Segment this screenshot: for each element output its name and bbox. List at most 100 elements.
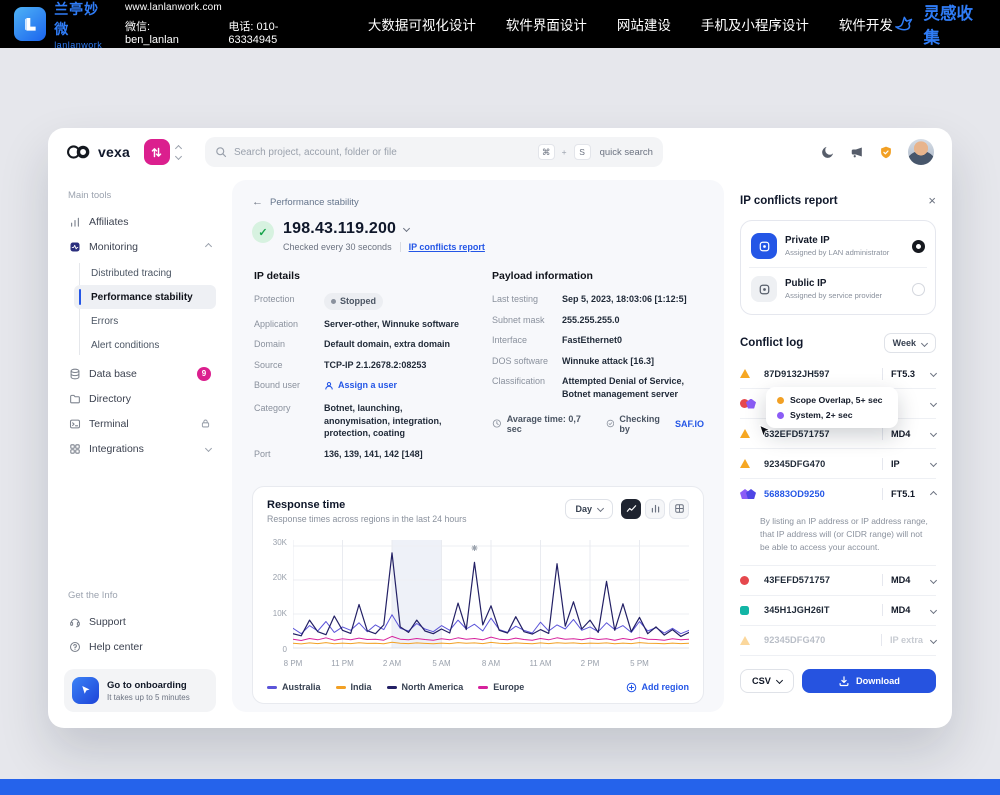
tooltip-row: System, 2+ sec bbox=[777, 410, 887, 420]
close-icon[interactable]: × bbox=[928, 194, 936, 207]
line-chart-icon bbox=[626, 503, 637, 514]
legend-item-india: India bbox=[336, 682, 372, 692]
sidebar-item-help-center[interactable]: Help center bbox=[64, 634, 216, 659]
sidebar-section-main-tools: Main tools bbox=[68, 190, 212, 201]
shield-icon bbox=[879, 145, 893, 160]
sidebar: Main tools Affiliates Monitoring Distrib… bbox=[64, 180, 216, 712]
chevron-down-icon bbox=[776, 677, 783, 684]
sidebar-item-errors[interactable]: Errors bbox=[74, 309, 216, 333]
onboarding-subtitle: It takes up to 5 minutes bbox=[107, 693, 190, 702]
chart-type-table-button[interactable] bbox=[669, 499, 689, 519]
download-button[interactable]: Download bbox=[802, 669, 936, 693]
response-time-card: Response time Response times across regi… bbox=[252, 486, 704, 704]
assign-user-link[interactable]: Assign a user bbox=[324, 379, 397, 392]
log-range-select[interactable]: Week bbox=[884, 333, 936, 353]
inspiration-collect-button[interactable]: 灵感收集 bbox=[893, 0, 986, 48]
dark-mode-toggle[interactable] bbox=[821, 145, 835, 159]
user-avatar[interactable] bbox=[908, 139, 934, 165]
log-row[interactable]: 345H1JGH26IT MD4 bbox=[740, 596, 936, 626]
sidebar-item-alert-conditions[interactable]: Alert conditions bbox=[74, 333, 216, 357]
sidebar-item-terminal[interactable]: Terminal bbox=[64, 411, 216, 436]
log-row[interactable]: 87D9132JH597 FT5.3 bbox=[740, 359, 936, 389]
global-search[interactable]: ⌘ + S quick search bbox=[205, 137, 663, 167]
promo-nav-bigdata[interactable]: 大数据可视化设计 bbox=[368, 14, 476, 34]
promo-nav-software-ui[interactable]: 软件界面设计 bbox=[506, 14, 587, 34]
chevron-down-icon bbox=[930, 400, 937, 407]
logo-title: 兰亭妙微 bbox=[54, 0, 111, 39]
workspace-switcher-button[interactable] bbox=[144, 139, 170, 165]
breadcrumb[interactable]: ← Performance stability bbox=[252, 196, 704, 208]
sidebar-item-monitoring[interactable]: Monitoring bbox=[64, 234, 216, 259]
ip-conflicts-link[interactable]: IP conflicts report bbox=[409, 242, 485, 252]
chart-type-line-button[interactable] bbox=[621, 499, 641, 519]
search-input[interactable] bbox=[234, 147, 531, 158]
public-ip-icon bbox=[751, 276, 777, 302]
ip-dropdown-chevron[interactable] bbox=[403, 224, 410, 231]
detail-row: Subnet mask255.255.255.0 bbox=[492, 314, 704, 327]
private-ip-icon bbox=[751, 233, 777, 259]
sidebar-item-data-base[interactable]: Data base 9 bbox=[64, 361, 216, 386]
moon-icon bbox=[821, 145, 835, 159]
option-public-ip[interactable]: Public IP Assigned by service provider bbox=[745, 268, 931, 310]
footer-bar bbox=[0, 779, 1000, 795]
error-dot-icon bbox=[740, 576, 749, 585]
main-content: ← Performance stability ✓ 198.43.119.200… bbox=[232, 180, 724, 712]
sidebar-item-support[interactable]: Support bbox=[64, 609, 216, 634]
status-check-icon: ✓ bbox=[252, 221, 274, 243]
detail-row: Bound user Assign a user bbox=[254, 379, 466, 394]
option-private-ip[interactable]: Private IP Assigned by LAN administrator bbox=[745, 225, 931, 267]
radio-selected[interactable] bbox=[912, 240, 925, 253]
csv-export-select[interactable]: CSV bbox=[740, 669, 794, 693]
detail-row: ClassificationAttempted Denial of Servic… bbox=[492, 375, 704, 400]
integrations-icon bbox=[69, 443, 81, 455]
breadcrumb-label: Performance stability bbox=[270, 197, 359, 208]
legend-item-europe: Europe bbox=[478, 682, 524, 692]
headset-icon bbox=[69, 616, 81, 628]
log-row-description: By listing an IP address or IP address r… bbox=[740, 509, 936, 566]
workspace-select-chevrons[interactable] bbox=[176, 146, 181, 159]
promo-wechat: 微信: ben_lanlan bbox=[125, 18, 202, 46]
lanlanwork-logo-icon bbox=[14, 7, 46, 41]
radio-unselected[interactable] bbox=[912, 283, 925, 296]
security-status-button[interactable] bbox=[879, 145, 893, 160]
saf-io-link[interactable]: SAF.IO bbox=[675, 419, 704, 429]
chevron-up-icon bbox=[205, 243, 212, 250]
promo-nav-dev[interactable]: 软件开发 bbox=[839, 14, 893, 34]
add-region-button[interactable]: Add region bbox=[626, 682, 690, 693]
warning-triangle-icon bbox=[740, 459, 750, 468]
sidebar-item-affiliates[interactable]: Affiliates bbox=[64, 209, 216, 234]
sidebar-item-label: Integrations bbox=[89, 443, 144, 455]
log-row-muted[interactable]: 92345DFG470 IP extra bbox=[740, 626, 936, 656]
sidebar-item-distributed-tracing[interactable]: Distributed tracing bbox=[74, 261, 216, 285]
chart-range-select[interactable]: Day bbox=[565, 499, 613, 519]
log-row[interactable]: 43FEFD571757 MD4 bbox=[740, 566, 936, 596]
ip-conflicts-panel: IP conflicts report × Private IP Assigne… bbox=[740, 180, 936, 712]
onboarding-card[interactable]: Go to onboarding It takes up to 5 minute… bbox=[64, 669, 216, 712]
promo-nav-website[interactable]: 网站建设 bbox=[617, 14, 671, 34]
back-arrow-icon[interactable]: ← bbox=[252, 196, 263, 208]
log-row[interactable]: 92345DFG470 IP bbox=[740, 449, 936, 479]
sidebar-item-label: Terminal bbox=[89, 418, 129, 430]
ip-type-options: Private IP Assigned by LAN administrator… bbox=[740, 220, 936, 315]
average-time: Avarage time: 0,7 sec bbox=[492, 414, 588, 434]
announcements-button[interactable] bbox=[850, 145, 864, 159]
payload-section: Payload information Last testingSep 5, 2… bbox=[492, 270, 704, 469]
bar-chart-icon bbox=[69, 216, 81, 228]
lanlanwork-logo[interactable]: 兰亭妙微 lanlanwork bbox=[14, 0, 111, 50]
sidebar-item-integrations[interactable]: Integrations bbox=[64, 436, 216, 461]
sidebar-item-label: Affiliates bbox=[89, 216, 129, 228]
log-row-expanded[interactable]: 56883OD9250 FT5.1 bbox=[740, 479, 936, 509]
sidebar-item-performance-stability[interactable]: Performance stability bbox=[74, 285, 216, 309]
user-icon bbox=[324, 381, 334, 391]
chevron-down-icon bbox=[930, 460, 937, 467]
conflict-log-list: 87D9132JH597 FT5.3 632EFD571757 MD4 9234… bbox=[740, 359, 936, 656]
chart-plot-area[interactable]: 8 PM11 PM2 AM5 AM8 AM11 AM2 PM5 PM bbox=[293, 536, 689, 672]
app-logo[interactable]: vexa bbox=[66, 144, 130, 160]
legend-dash bbox=[336, 686, 346, 689]
folder-icon bbox=[69, 393, 81, 405]
sidebar-item-directory[interactable]: Directory bbox=[64, 386, 216, 411]
terminal-icon bbox=[69, 418, 81, 430]
promo-nav-mobile[interactable]: 手机及小程序设计 bbox=[701, 14, 809, 34]
chart-type-bar-button[interactable] bbox=[645, 499, 665, 519]
x-tick-label: 8 AM bbox=[482, 659, 500, 668]
